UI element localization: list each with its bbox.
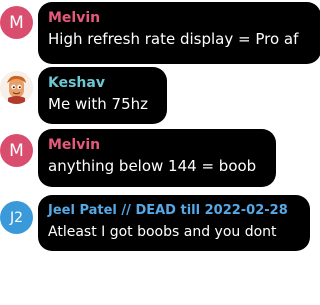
message-text: Me with 75hz <box>48 95 148 113</box>
message-bubble[interactable]: Melvin High refresh rate display = Pro a… <box>38 2 320 64</box>
message-item: J2 Jeel Patel // DEAD till 2022-02-28 At… <box>0 195 320 251</box>
avatar[interactable]: M <box>0 134 33 167</box>
cartoon-avatar-icon <box>0 71 33 104</box>
sender-name[interactable]: Melvin <box>48 8 309 28</box>
avatar-initial: M <box>9 12 24 33</box>
chat-thread: M Melvin High refresh rate display = Pro… <box>0 0 320 305</box>
sender-name[interactable]: Jeel Patel // DEAD till 2022-02-28 <box>48 201 298 221</box>
avatar-initial: J2 <box>9 209 24 226</box>
message-bubble[interactable]: Melvin anything below 144 = boob <box>38 129 276 187</box>
message-text: High refresh rate display = Pro af <box>48 30 299 48</box>
message-item: M Melvin anything below 144 = boob <box>0 129 320 187</box>
sender-name[interactable]: Melvin <box>48 135 264 155</box>
message-bubble[interactable]: Jeel Patel // DEAD till 2022-02-28 Atlea… <box>38 195 310 251</box>
avatar[interactable]: M <box>0 6 33 39</box>
message-item: M Melvin High refresh rate display = Pro… <box>0 2 320 64</box>
sender-name[interactable]: Keshav <box>48 73 155 93</box>
message-text: anything below 144 = boob <box>48 157 257 175</box>
message-item: Keshav Me with 75hz <box>0 67 320 124</box>
message-bubble[interactable]: Keshav Me with 75hz <box>38 67 167 124</box>
message-text: Atleast I got boobs and you dont <box>48 224 277 240</box>
avatar[interactable]: J2 <box>0 201 33 234</box>
avatar-initial: M <box>9 140 24 161</box>
avatar[interactable] <box>0 71 33 104</box>
